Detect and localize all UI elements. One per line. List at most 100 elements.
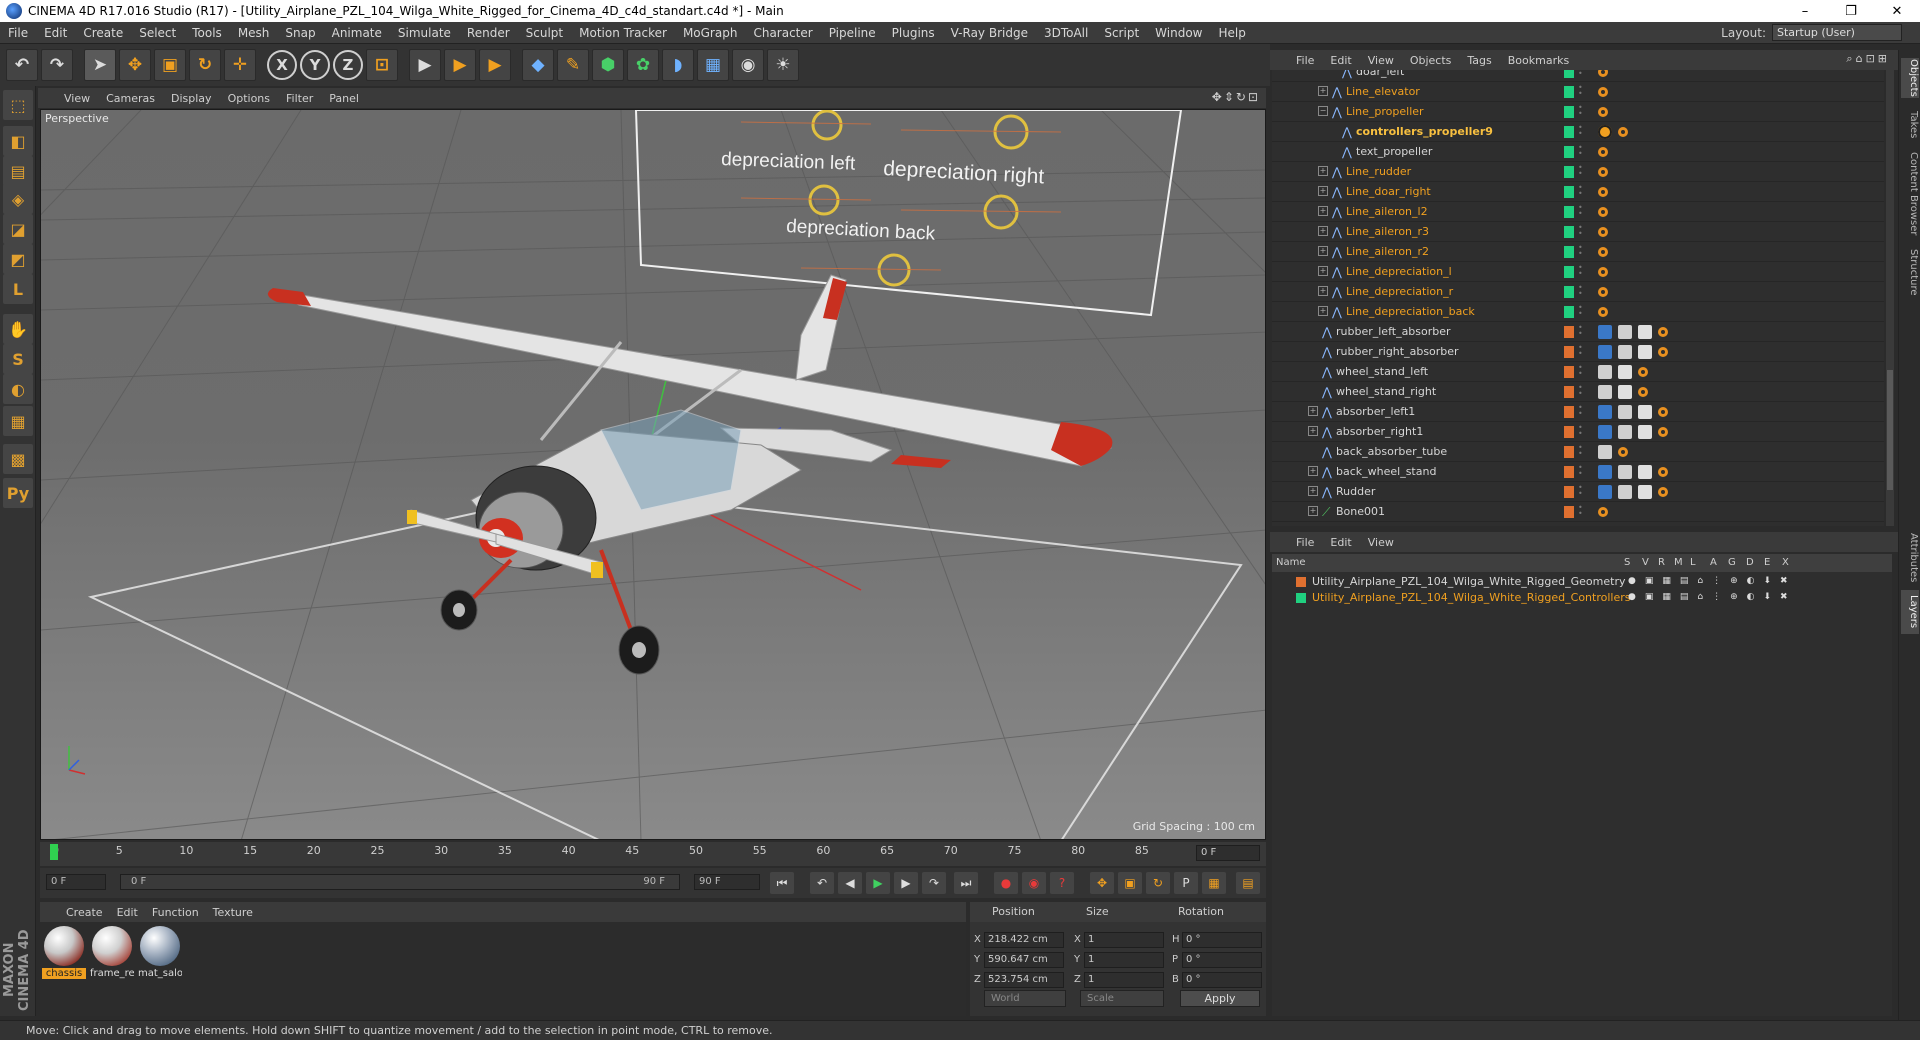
object-tag-icon[interactable] — [1598, 87, 1608, 97]
visibility-dots[interactable]: • • — [1578, 124, 1584, 139]
menu-tools[interactable]: Tools — [184, 26, 230, 40]
expand-toggle[interactable]: + — [1308, 406, 1318, 416]
undo-button[interactable]: ↶ — [6, 49, 38, 81]
object-row[interactable]: ⋀ wheel_stand_left • • — [1272, 362, 1884, 382]
start-frame-field[interactable]: 0 F — [46, 874, 106, 890]
deformer-button[interactable]: ◗ — [662, 49, 694, 81]
layer-column-s[interactable]: S — [1624, 557, 1630, 568]
perspective-viewport[interactable]: depreciation left depreciation right dep… — [40, 109, 1266, 840]
end-frame-field[interactable]: 90 F — [694, 874, 760, 890]
key-pla-button[interactable]: ▦ — [1202, 872, 1226, 894]
visibility-dots[interactable]: • • — [1578, 104, 1584, 119]
coordinate-system-button[interactable]: ⊡ — [366, 49, 398, 81]
material-menu-texture[interactable]: Texture — [213, 906, 253, 919]
live-selection-button[interactable]: ✛ — [224, 49, 256, 81]
object-tag-icon[interactable] — [1598, 445, 1612, 459]
layer-color-swatch[interactable] — [1564, 446, 1574, 458]
layer-color-swatch[interactable] — [1564, 126, 1574, 138]
object-name[interactable]: absorber_left1 — [1336, 405, 1415, 418]
maximize-button[interactable]: ❐ — [1828, 0, 1874, 22]
menu-create[interactable]: Create — [75, 26, 131, 40]
object-name[interactable]: Line_aileron_l2 — [1346, 205, 1428, 218]
object-row[interactable]: + ⋀ Line_aileron_l2 • • — [1272, 202, 1884, 222]
timeline[interactable]: 051015202530354045505560657075808590 0 F — [40, 842, 1266, 866]
cube-primitive-button[interactable]: ◆ — [522, 49, 554, 81]
visibility-dots[interactable]: • • — [1578, 484, 1584, 499]
visibility-dots[interactable]: • • — [1578, 244, 1584, 259]
rotation-h-field[interactable]: 0 ° — [1182, 932, 1262, 948]
visibility-dots[interactable]: • • — [1578, 264, 1584, 279]
y-axis-lock-button[interactable]: Y — [300, 50, 330, 80]
menu-script[interactable]: Script — [1096, 26, 1147, 40]
edges-mode-icon[interactable]: ◩ — [3, 244, 33, 274]
play-button[interactable]: ▶ — [866, 872, 890, 894]
material-chassis[interactable]: chassis — [42, 926, 86, 979]
object-tag-icon[interactable] — [1618, 485, 1632, 499]
viewport-menu-filter[interactable]: Filter — [286, 92, 313, 105]
object-name[interactable]: wheel_stand_right — [1336, 385, 1436, 398]
visibility-dots[interactable]: • • — [1578, 504, 1584, 519]
object-tag-icon[interactable] — [1598, 267, 1608, 277]
scale-mode-dropdown[interactable]: Scale — [1080, 990, 1164, 1007]
visibility-dots[interactable]: • • — [1578, 404, 1584, 419]
go-to-start-button[interactable]: ⏮ — [770, 872, 794, 894]
viewport-menu-panel[interactable]: Panel — [329, 92, 359, 105]
size-x-field[interactable]: 1 — [1084, 932, 1164, 948]
layer-color-swatch[interactable] — [1564, 346, 1574, 358]
keyframe-selection-button[interactable]: ? — [1050, 872, 1074, 894]
object-name[interactable]: Line_propeller — [1346, 105, 1424, 118]
visibility-dots[interactable]: • • — [1578, 364, 1584, 379]
object-tag-icon[interactable] — [1598, 70, 1608, 77]
layer-color-swatch[interactable] — [1564, 146, 1574, 158]
object-tag-icon[interactable] — [1638, 387, 1648, 397]
object-row[interactable]: + ⋀ back_wheel_stand • • — [1272, 462, 1884, 482]
object-name[interactable]: back_absorber_tube — [1336, 445, 1447, 458]
object-tag-icon[interactable] — [1618, 345, 1632, 359]
pen-spline-button[interactable]: ✎ — [557, 49, 589, 81]
layer-column-m[interactable]: M — [1674, 557, 1683, 568]
object-tag-icon[interactable] — [1658, 407, 1668, 417]
size-z-field[interactable]: 1 — [1084, 972, 1164, 988]
object-row[interactable]: ⋀ text_propeller • • — [1272, 142, 1884, 162]
viewport-menu-view[interactable]: View — [64, 92, 90, 105]
viewport-menu-cameras[interactable]: Cameras — [106, 92, 155, 105]
object-row[interactable]: + ⋀ Line_depreciation_l • • — [1272, 262, 1884, 282]
visibility-dots[interactable]: • • — [1578, 84, 1584, 99]
layer-name[interactable]: Utility_Airplane_PZL_104_Wilga_White_Rig… — [1312, 575, 1626, 588]
visibility-dots[interactable]: • • — [1578, 304, 1584, 319]
menu-help[interactable]: Help — [1210, 26, 1253, 40]
render-region-button[interactable]: ▶ — [409, 49, 441, 81]
expand-toggle[interactable]: + — [1318, 286, 1328, 296]
menu-sculpt[interactable]: Sculpt — [518, 26, 571, 40]
apply-button[interactable]: Apply — [1180, 990, 1260, 1007]
object-tag-icon[interactable] — [1618, 127, 1628, 137]
layer-column-a[interactable]: A — [1710, 557, 1717, 568]
visibility-dots[interactable]: • • — [1578, 144, 1584, 159]
layer-color-swatch[interactable] — [1296, 577, 1306, 587]
object-tag-icon[interactable] — [1658, 427, 1668, 437]
layer-color-swatch[interactable] — [1564, 86, 1574, 98]
polygons-mode-icon[interactable]: L — [3, 274, 33, 304]
object-row[interactable]: + ⋀ Line_depreciation_back • • — [1272, 302, 1884, 322]
menu-animate[interactable]: Animate — [324, 26, 390, 40]
object-tag-icon[interactable] — [1598, 247, 1608, 257]
object-name[interactable]: Line_elevator — [1346, 85, 1420, 98]
layer-color-swatch[interactable] — [1564, 366, 1574, 378]
layer-color-swatch[interactable] — [1564, 406, 1574, 418]
om-menu-file[interactable]: File — [1296, 54, 1314, 67]
object-tag-icon[interactable] — [1598, 405, 1612, 419]
object-tag-icon[interactable] — [1618, 385, 1632, 399]
light-button[interactable]: ☀ — [767, 49, 799, 81]
floor-button[interactable]: ▦ — [697, 49, 729, 81]
expand-toggle[interactable]: + — [1318, 166, 1328, 176]
om-menu-objects[interactable]: Objects — [1410, 54, 1452, 67]
previous-frame-button[interactable]: ◀ — [838, 872, 862, 894]
layer-column-r[interactable]: R — [1658, 557, 1665, 568]
object-tag-icon[interactable] — [1598, 227, 1608, 237]
layer-color-swatch[interactable] — [1564, 486, 1574, 498]
object-tag-icon[interactable] — [1638, 465, 1652, 479]
python-icon[interactable]: Py — [3, 478, 33, 508]
tab-attributes[interactable]: Attributes — [1901, 530, 1919, 586]
object-tag-icon[interactable] — [1618, 425, 1632, 439]
select-tool-button[interactable]: ➤ — [84, 49, 116, 81]
